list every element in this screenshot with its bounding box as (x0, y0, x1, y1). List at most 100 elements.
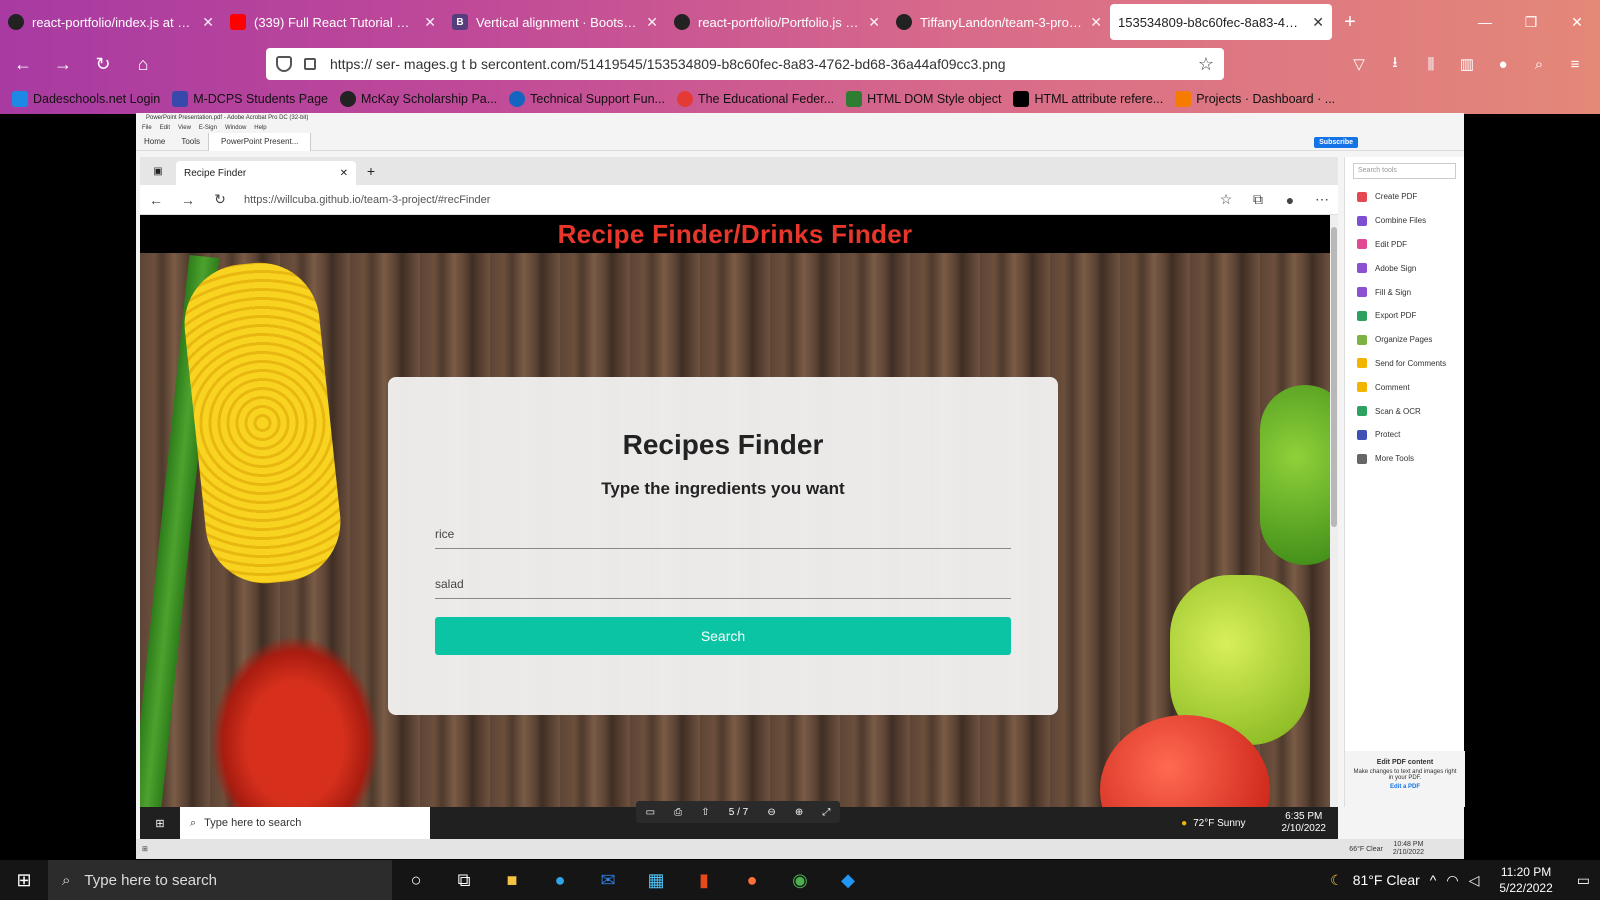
url-text[interactable]: https://willcuba.github.io/team-3-projec… (236, 194, 1210, 206)
tool-fill-sign[interactable]: Fill & Sign (1345, 280, 1464, 304)
tab-home[interactable]: Home (136, 137, 173, 146)
vscode-icon[interactable]: ◆ (824, 860, 872, 900)
fit-page-icon[interactable]: ⤢ (822, 807, 830, 818)
bookmark-item[interactable]: HTML DOM Style object (846, 91, 1001, 107)
menu-view[interactable]: View (178, 125, 191, 131)
zoom-in-icon[interactable]: ⊕ (795, 807, 803, 818)
store-icon[interactable]: ▦ (632, 860, 680, 900)
close-icon[interactable]: ✕ (646, 14, 658, 31)
clock[interactable]: 11:20 PM 5/22/2022 (1499, 864, 1552, 896)
tool-organize-pages[interactable]: Organize Pages (1345, 328, 1464, 352)
zoom-icon[interactable]: ⌕ (1524, 48, 1554, 80)
mail-icon[interactable]: ✉ (584, 860, 632, 900)
task-view-icon[interactable]: ⧉ (440, 860, 488, 900)
menu-window[interactable]: Window (225, 125, 246, 131)
tool-more-tools[interactable]: More Tools (1345, 447, 1464, 471)
print-icon[interactable]: ⎙ (674, 807, 682, 818)
close-icon[interactable]: ✕ (1312, 14, 1324, 31)
close-icon[interactable]: ✕ (868, 14, 880, 31)
reload-icon[interactable]: ↻ (204, 191, 236, 208)
windows-start-icon[interactable]: ⊞ (0, 860, 48, 900)
minimize-icon[interactable]: — (1462, 0, 1508, 44)
restore-icon[interactable]: ❐ (1508, 0, 1554, 44)
close-icon[interactable]: ✕ (340, 168, 348, 179)
more-icon[interactable]: ⋯ (1306, 191, 1338, 208)
new-tab-button[interactable]: + (1332, 0, 1368, 44)
ingredient-input-2[interactable] (435, 569, 1011, 599)
bookmark-item[interactable]: M-DCPS Students Page (172, 91, 328, 107)
back-icon[interactable]: ← (6, 47, 40, 81)
tab-actions-icon[interactable]: ▣ (140, 166, 176, 177)
tool-send-comments[interactable]: Send for Comments (1345, 352, 1464, 376)
library-icon[interactable]: ⫼ (1416, 48, 1446, 80)
taskbar-search[interactable]: ⌕ Type here to search (48, 860, 392, 900)
forward-icon[interactable]: → (172, 192, 204, 208)
windows-start-icon[interactable]: ⊞ (140, 817, 180, 830)
network-icon[interactable]: ◠ (1446, 872, 1458, 889)
menu-file[interactable]: File (142, 125, 152, 131)
search-tools-input[interactable]: Search tools (1353, 163, 1456, 179)
bookmark-item[interactable]: Technical Support Fun... (509, 91, 665, 107)
address-bar[interactable]: https:// ser- mages.g t b sercontent.com… (266, 48, 1224, 80)
sidebar-icon[interactable]: ▥ (1452, 48, 1482, 80)
edge-icon[interactable]: ● (536, 860, 584, 900)
close-icon[interactable]: ✕ (1090, 14, 1102, 31)
tool-combine-files[interactable]: Combine Files (1345, 209, 1464, 233)
menu-icon[interactable]: ≡ (1560, 48, 1590, 80)
edit-pdf-link[interactable]: Edit a PDF (1345, 784, 1465, 790)
tool-export-pdf[interactable]: Export PDF (1345, 304, 1464, 328)
bookmark-item[interactable]: McKay Scholarship Pa... (339, 91, 497, 107)
volume-icon[interactable]: ◁ (1469, 872, 1480, 889)
close-icon[interactable]: ✕ (202, 14, 214, 31)
tool-adobe-sign[interactable]: Adobe Sign (1345, 256, 1464, 280)
search-button[interactable]: Search (435, 617, 1011, 655)
bookmark-item[interactable]: Dadeschools.net Login (12, 91, 160, 107)
tool-scan-ocr[interactable]: Scan & OCR (1345, 399, 1464, 423)
edge-tab[interactable]: Recipe Finder ✕ (176, 161, 356, 185)
ingredient-input-1[interactable] (435, 519, 1011, 549)
tab-youtube[interactable]: (339) Full React Tutorial #9 - Intr✕ (222, 0, 444, 44)
pocket-icon[interactable]: ▽ (1344, 48, 1374, 80)
url-text[interactable]: https:// ser- mages.g t b sercontent.com… (330, 56, 1006, 72)
tool-edit-pdf[interactable]: Edit PDF (1345, 233, 1464, 257)
subscribe-button[interactable]: Subscribe (1314, 137, 1358, 148)
zoom-out-icon[interactable]: ⊖ (767, 807, 775, 818)
profile-icon[interactable]: ● (1274, 192, 1306, 208)
weather-text[interactable]: 81°F Clear (1353, 872, 1420, 888)
notifications-icon[interactable]: ▭ (1577, 872, 1590, 889)
tool-create-pdf[interactable]: Create PDF (1345, 185, 1464, 209)
tool-comment[interactable]: Comment (1345, 375, 1464, 399)
reload-icon[interactable]: ↻ (86, 47, 120, 81)
bookmark-star-icon[interactable]: ☆ (1198, 54, 1214, 75)
firefox-icon[interactable]: ● (728, 860, 776, 900)
account-icon[interactable]: ● (1488, 48, 1518, 80)
save-icon[interactable]: ▭ (646, 807, 655, 818)
scrollbar[interactable] (1330, 215, 1338, 807)
tab-team3[interactable]: TiffanyLandon/team-3-project ✕ (888, 0, 1110, 44)
forward-icon[interactable]: → (46, 47, 80, 81)
file-explorer-icon[interactable]: ■ (488, 860, 536, 900)
tab-document[interactable]: PowerPoint Present... (208, 132, 312, 151)
collections-icon[interactable]: ⧉ (1242, 191, 1274, 208)
close-icon[interactable]: ✕ (424, 14, 436, 31)
back-icon[interactable]: ← (140, 192, 172, 208)
new-tab-button[interactable]: + (356, 163, 386, 179)
tray-chevron-icon[interactable]: ^ (1430, 872, 1437, 888)
tab-tools[interactable]: Tools (173, 137, 208, 146)
download-icon[interactable]: ⭳ (1380, 48, 1410, 80)
menu-help[interactable]: Help (254, 125, 266, 131)
menu-esign[interactable]: E-Sign (199, 125, 217, 131)
tab-react-index[interactable]: react-portfolio/index.js at main ✕ (0, 0, 222, 44)
close-icon[interactable]: ✕ (1554, 0, 1600, 44)
tab-portfolio[interactable]: react-portfolio/Portfolio.js at m ✕ (666, 0, 888, 44)
windows-start-icon[interactable]: ⊞ (142, 845, 148, 853)
bookmark-item[interactable]: Projects · Dashboard · ... (1175, 91, 1335, 107)
tool-protect[interactable]: Protect (1345, 423, 1464, 447)
bookmark-item[interactable]: HTML attribute refere... (1013, 91, 1163, 107)
inner-search-box[interactable]: ⌕ Type here to search (180, 807, 430, 839)
home-icon[interactable]: ⌂ (126, 47, 160, 81)
tab-bootstrap[interactable]: B Vertical alignment · Bootstrap ✕ (444, 0, 666, 44)
menu-edit[interactable]: Edit (160, 125, 170, 131)
tab-image[interactable]: 153534809-b8c60fec-8a83-4762-bd6✕ (1110, 4, 1332, 40)
favorite-icon[interactable]: ☆ (1210, 191, 1242, 208)
